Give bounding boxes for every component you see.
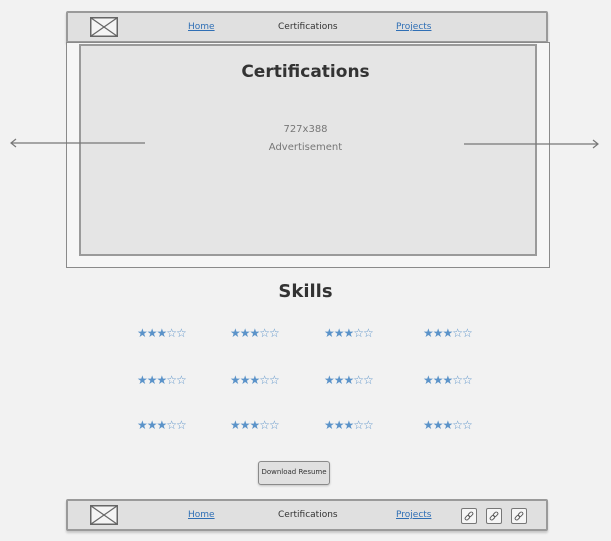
skill-rating: ★★★☆☆ xyxy=(324,418,374,432)
link-icon xyxy=(464,511,474,521)
skill-rating: ★★★☆☆ xyxy=(423,326,473,340)
logo-placeholder-icon[interactable] xyxy=(90,17,118,37)
top-nav-bar: Home Certifications Projects xyxy=(66,11,548,43)
nav-link-projects[interactable]: Projects xyxy=(396,22,431,33)
link-icon xyxy=(489,511,499,521)
footer-link-home[interactable]: Home xyxy=(188,510,215,521)
logo-placeholder-icon[interactable] xyxy=(90,505,118,525)
skill-rating: ★★★☆☆ xyxy=(230,326,280,340)
arrow-right-icon[interactable] xyxy=(464,135,601,154)
footer-link-certifications[interactable]: Certifications xyxy=(278,510,338,521)
download-resume-button[interactable]: Download Resume xyxy=(258,461,330,485)
social-link-button[interactable] xyxy=(461,508,477,524)
skill-rating: ★★★☆☆ xyxy=(423,418,473,432)
ad-size-label: 727x388 xyxy=(283,124,328,135)
skill-rating: ★★★☆☆ xyxy=(324,373,374,387)
skills-title: Skills xyxy=(278,281,333,302)
skill-rating: ★★★☆☆ xyxy=(423,373,473,387)
social-link-button[interactable] xyxy=(511,508,527,524)
skill-rating: ★★★☆☆ xyxy=(324,326,374,340)
footer-nav-bar: Home Certifications Projects xyxy=(66,499,548,531)
skill-rating: ★★★☆☆ xyxy=(137,418,187,432)
social-link-button[interactable] xyxy=(486,508,502,524)
nav-link-home[interactable]: Home xyxy=(188,22,215,33)
skill-rating: ★★★☆☆ xyxy=(137,373,187,387)
skill-rating: ★★★☆☆ xyxy=(230,418,280,432)
link-icon xyxy=(514,511,524,521)
skill-rating: ★★★☆☆ xyxy=(230,373,280,387)
footer-link-projects[interactable]: Projects xyxy=(396,510,431,521)
arrow-left-icon[interactable] xyxy=(8,135,145,154)
nav-link-certifications[interactable]: Certifications xyxy=(278,22,338,33)
certifications-title: Certifications xyxy=(241,62,370,82)
skill-rating: ★★★☆☆ xyxy=(137,326,187,340)
